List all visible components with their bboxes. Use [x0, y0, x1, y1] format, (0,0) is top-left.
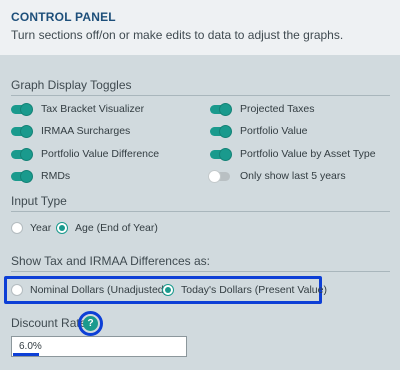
- toggle-label: Portfolio Value by Asset Type: [240, 148, 376, 160]
- toggle-switch-off-icon: [208, 169, 230, 183]
- input-type-title: Input Type: [11, 194, 67, 208]
- toggle-label: RMDs: [41, 170, 71, 182]
- panel-title: CONTROL PANEL: [11, 10, 116, 24]
- toggle-label: Tax Bracket Visualizer: [41, 103, 145, 115]
- toggle-portfolio-value-by-asset-type[interactable]: Portfolio Value by Asset Type: [210, 147, 376, 161]
- toggle-label: Projected Taxes: [240, 103, 315, 115]
- panel-subtitle: Turn sections off/on or make edits to da…: [11, 28, 344, 42]
- radio-selected-icon: [56, 222, 68, 234]
- toggle-label: Only show last 5 years: [240, 170, 346, 182]
- toggle-label: Portfolio Value: [240, 125, 308, 137]
- differences-title: Show Tax and IRMAA Differences as:: [11, 254, 210, 268]
- toggle-portfolio-value[interactable]: Portfolio Value: [210, 124, 308, 138]
- radio-unselected-icon: [11, 222, 23, 234]
- toggle-label: IRMAA Surcharges: [41, 125, 131, 137]
- radio-year[interactable]: Year: [11, 221, 51, 235]
- graph-toggles-title: Graph Display Toggles: [11, 78, 132, 92]
- toggle-irmaa-surcharges[interactable]: IRMAA Surcharges: [11, 124, 130, 138]
- radio-nominal-dollars[interactable]: Nominal Dollars (Unadjusted): [11, 283, 167, 297]
- control-panel-header: CONTROL PANEL Turn sections off/on or ma…: [0, 0, 400, 55]
- radio-label: Year: [30, 222, 52, 234]
- toggle-tax-bracket-visualizer[interactable]: Tax Bracket Visualizer: [11, 102, 144, 116]
- toggle-portfolio-value-difference[interactable]: Portfolio Value Difference: [11, 147, 159, 161]
- radio-unselected-icon: [11, 284, 23, 296]
- toggle-switch-icon: [11, 102, 33, 116]
- input-focus-underline: [13, 353, 39, 356]
- toggle-projected-taxes[interactable]: Projected Taxes: [210, 102, 315, 116]
- radio-selected-icon: [162, 284, 174, 296]
- radio-label: Age (End of Year): [75, 222, 158, 234]
- help-icon[interactable]: ?: [83, 316, 98, 331]
- toggle-switch-icon: [11, 169, 33, 183]
- radio-todays-dollars[interactable]: Today's Dollars (Present Value): [162, 283, 327, 297]
- toggle-label: Portfolio Value Difference: [41, 148, 160, 160]
- toggle-switch-icon: [210, 124, 232, 138]
- differences-divider: [11, 271, 390, 272]
- toggle-switch-icon: [11, 124, 33, 138]
- toggle-rmds[interactable]: RMDs: [11, 169, 70, 183]
- toggle-switch-icon: [210, 102, 232, 116]
- radio-age-end-of-year[interactable]: Age (End of Year): [56, 221, 158, 235]
- toggle-only-show-last-5-years[interactable]: Only show last 5 years: [208, 169, 346, 183]
- toggle-switch-icon: [11, 147, 33, 161]
- radio-label: Today's Dollars (Present Value): [181, 284, 327, 296]
- toggle-switch-icon: [210, 147, 232, 161]
- input-type-divider: [11, 211, 390, 212]
- radio-label: Nominal Dollars (Unadjusted): [30, 284, 168, 296]
- discount-rate-label: Discount Rate: [11, 316, 87, 330]
- graph-toggles-divider: [11, 95, 390, 96]
